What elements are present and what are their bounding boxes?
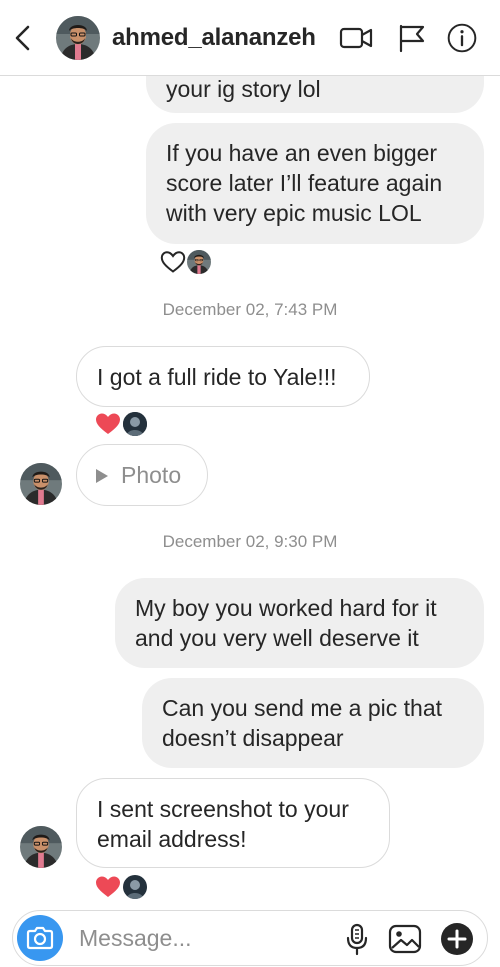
flag-icon[interactable]: [395, 22, 431, 54]
message-bubble-outgoing[interactable]: your ig story lol: [146, 76, 484, 113]
message-bubble-outgoing[interactable]: If you have an even bigger score later I…: [146, 123, 484, 244]
header-avatar[interactable]: [56, 16, 100, 60]
message-line: If you have an even bigger: [166, 140, 438, 166]
timestamp: December 02, 9:30 PM: [162, 532, 338, 551]
timestamp: December 02, 7:43 PM: [162, 300, 338, 319]
video-call-icon[interactable]: [338, 22, 374, 54]
message-thread: your ig story lol If you have an even bi…: [0, 76, 500, 906]
info-icon[interactable]: [444, 22, 480, 54]
play-icon: [96, 469, 108, 483]
camera-icon: [26, 926, 54, 950]
message-bubble-outgoing[interactable]: My boy you worked hard for it and you ve…: [115, 578, 484, 668]
message-line: with very epic music LOL: [166, 200, 422, 226]
chat-header: ahmed_alananzeh: [0, 0, 500, 76]
heart-filled-icon[interactable]: [95, 875, 121, 899]
heart-outline-icon[interactable]: [160, 250, 186, 274]
message-line: My boy you worked hard for it: [135, 595, 437, 621]
reactor-avatar: [187, 250, 211, 274]
message-line: score later I’ll feature again: [166, 170, 443, 196]
message-bubble-incoming[interactable]: I got a full ride to Yale!!!: [76, 346, 370, 407]
gallery-icon[interactable]: [387, 921, 423, 957]
message-bubble-incoming[interactable]: I sent screenshot to your email address!: [76, 778, 390, 868]
chat-username[interactable]: ahmed_alananzeh: [112, 24, 316, 52]
back-chevron-icon[interactable]: [8, 22, 40, 54]
message-line: I sent screenshot to your: [97, 796, 349, 822]
sender-avatar[interactable]: [20, 463, 62, 505]
reactor-avatar: [123, 875, 147, 899]
message-text: I got a full ride to Yale!!!: [97, 364, 337, 390]
heart-filled-icon[interactable]: [95, 412, 121, 436]
photo-message-button[interactable]: Photo: [76, 444, 208, 506]
add-icon[interactable]: [439, 921, 475, 957]
message-text: your ig story lol: [166, 76, 321, 102]
message-composer: [12, 910, 488, 966]
message-line: doesn’t disappear: [162, 725, 344, 751]
photo-label: Photo: [121, 462, 182, 488]
sender-avatar[interactable]: [20, 826, 62, 868]
message-input[interactable]: [79, 921, 319, 955]
message-line: Can you send me a pic that: [162, 695, 442, 721]
message-line: email address!: [97, 826, 247, 852]
message-line: and you very well deserve it: [135, 625, 419, 651]
message-bubble-outgoing[interactable]: Can you send me a pic that doesn’t disap…: [142, 678, 484, 768]
reactor-avatar: [123, 412, 147, 436]
microphone-icon[interactable]: [339, 921, 375, 957]
camera-button[interactable]: [17, 915, 63, 961]
